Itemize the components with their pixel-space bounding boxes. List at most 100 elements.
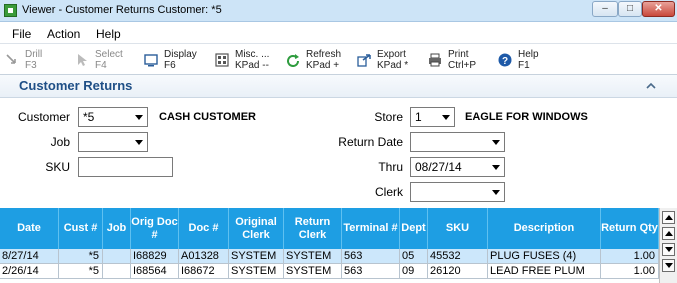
- select-label: Select: [95, 49, 123, 60]
- drill-button[interactable]: Drill F3: [5, 48, 65, 72]
- cell-dept: 09: [400, 264, 428, 279]
- title-bar: Viewer - Customer Returns Customer: *5 –…: [0, 0, 677, 22]
- job-label: Job: [50, 135, 70, 149]
- drill-icon: [6, 54, 16, 64]
- help-key: F1: [518, 60, 530, 71]
- cell-description: LEAD FREE PLUM: [488, 264, 601, 279]
- cell-sku: 26120: [428, 264, 488, 279]
- chevron-down-icon[interactable]: [438, 108, 454, 126]
- refresh-icon: [287, 54, 299, 67]
- store-select[interactable]: 1: [410, 107, 455, 127]
- scroll-up-icon[interactable]: [662, 227, 675, 240]
- misc-key: KPad --: [235, 60, 269, 71]
- display-button[interactable]: Display F6: [144, 48, 204, 72]
- thru-date-select[interactable]: 08/27/14: [410, 157, 505, 177]
- cell-return-clerk: SYSTEM: [284, 249, 342, 264]
- misc-button[interactable]: Misc. ... KPad --: [215, 48, 279, 72]
- section-title: Customer Returns: [19, 78, 133, 93]
- column-header-original-clerk[interactable]: Original Clerk: [229, 208, 284, 249]
- column-header-description[interactable]: Description: [488, 208, 601, 249]
- print-button[interactable]: Print Ctrl+P: [428, 48, 486, 72]
- column-header-dept[interactable]: Dept: [400, 208, 428, 249]
- chevron-down-icon[interactable]: [488, 158, 504, 176]
- chevron-up-icon[interactable]: [645, 80, 657, 92]
- cell-orig-doc: I68829: [131, 249, 179, 264]
- column-header-date[interactable]: Date: [0, 208, 59, 249]
- help-button[interactable]: ? Help F1: [498, 48, 548, 72]
- column-header-return-qty[interactable]: Return Qty: [601, 208, 659, 249]
- customer-label: Customer: [17, 110, 70, 124]
- scroll-bottom-icon[interactable]: [662, 259, 675, 272]
- cell-original-clerk: SYSTEM: [229, 264, 284, 279]
- filter-form: Customer *5 CASH CUSTOMER Job SKU Store …: [0, 98, 677, 208]
- print-icon: [429, 53, 441, 67]
- drill-label: Drill: [25, 49, 43, 60]
- scroll-top-icon[interactable]: [662, 211, 675, 224]
- store-value: 1: [415, 110, 422, 124]
- cell-orig-doc: I68564: [131, 264, 179, 279]
- menu-action[interactable]: Action: [47, 27, 80, 41]
- export-icon: [357, 54, 371, 67]
- cell-return-qty: 1.00: [601, 264, 659, 279]
- table-row[interactable]: 8/27/14 *5 I68829 A01328 SYSTEM SYSTEM 563 05 45…: [0, 249, 659, 264]
- column-header-job[interactable]: Job: [103, 208, 131, 249]
- cell-terminal: 563: [342, 249, 400, 264]
- column-header-return-clerk[interactable]: Return Clerk: [284, 208, 342, 249]
- chevron-down-icon[interactable]: [131, 133, 147, 151]
- help-icon: ?: [498, 53, 512, 67]
- cell-return-clerk: SYSTEM: [284, 264, 342, 279]
- cell-date: 2/26/14: [0, 264, 59, 279]
- cell-date: 8/27/14: [0, 249, 59, 264]
- drill-key: F3: [25, 60, 37, 71]
- minimize-button[interactable]: –: [592, 1, 618, 17]
- window-title: Viewer - Customer Returns Customer: *5: [22, 4, 222, 16]
- select-button[interactable]: Select F4: [75, 48, 135, 72]
- sku-label: SKU: [45, 160, 70, 174]
- maximize-button[interactable]: □: [618, 1, 642, 17]
- cell-return-qty: 1.00: [601, 249, 659, 264]
- menu-file[interactable]: File: [12, 27, 31, 41]
- customer-name: CASH CUSTOMER: [159, 111, 256, 123]
- print-key: Ctrl+P: [448, 60, 477, 71]
- vertical-scrollbar[interactable]: [659, 208, 677, 283]
- column-header-orig-doc[interactable]: Orig Doc #: [131, 208, 179, 249]
- clerk-select[interactable]: [410, 182, 505, 202]
- display-label: Display: [164, 49, 197, 60]
- job-select[interactable]: [78, 132, 148, 152]
- column-header-sku[interactable]: SKU: [428, 208, 488, 249]
- chevron-down-icon[interactable]: [488, 183, 504, 201]
- returns-grid: Date Cust # Job Orig Doc # Doc # Original Cle…: [0, 208, 659, 283]
- print-label: Print: [448, 49, 469, 60]
- refresh-button[interactable]: Refresh KPad +: [286, 48, 348, 72]
- toolbar: Drill F3 Select F4 Display F6 Misc. ... …: [0, 44, 677, 75]
- close-button[interactable]: ✕: [642, 1, 675, 17]
- thru-label: Thru: [378, 160, 403, 174]
- select-icon: [78, 54, 87, 66]
- menu-bar: File Action Help: [0, 22, 677, 44]
- cell-doc: I68672: [179, 264, 229, 279]
- cell-job: [103, 249, 131, 264]
- customer-select[interactable]: *5: [78, 107, 148, 127]
- cell-sku: 45532: [428, 249, 488, 264]
- refresh-key: KPad +: [306, 60, 340, 71]
- scroll-down-icon[interactable]: [662, 243, 675, 256]
- customer-value: *5: [83, 110, 95, 124]
- svg-text:?: ?: [502, 56, 508, 67]
- return-date-select[interactable]: [410, 132, 505, 152]
- export-button[interactable]: Export KPad *: [357, 48, 419, 72]
- store-label: Store: [374, 110, 403, 124]
- chevron-down-icon[interactable]: [488, 133, 504, 151]
- misc-label: Misc. ...: [235, 49, 270, 60]
- column-header-doc[interactable]: Doc #: [179, 208, 229, 249]
- thru-date-value: 08/27/14: [415, 160, 462, 174]
- chevron-down-icon[interactable]: [131, 108, 147, 126]
- column-header-terminal[interactable]: Terminal #: [342, 208, 400, 249]
- sku-input[interactable]: [78, 157, 173, 177]
- cell-terminal: 563: [342, 264, 400, 279]
- help-label: Help: [518, 49, 539, 60]
- cell-doc: A01328: [179, 249, 229, 264]
- column-header-cust[interactable]: Cust #: [59, 208, 103, 249]
- table-row[interactable]: 2/26/14 *5 I68564 I68672 SYSTEM SYSTEM 563 09 26…: [0, 264, 659, 279]
- menu-help[interactable]: Help: [96, 27, 121, 41]
- display-key: F6: [164, 60, 176, 71]
